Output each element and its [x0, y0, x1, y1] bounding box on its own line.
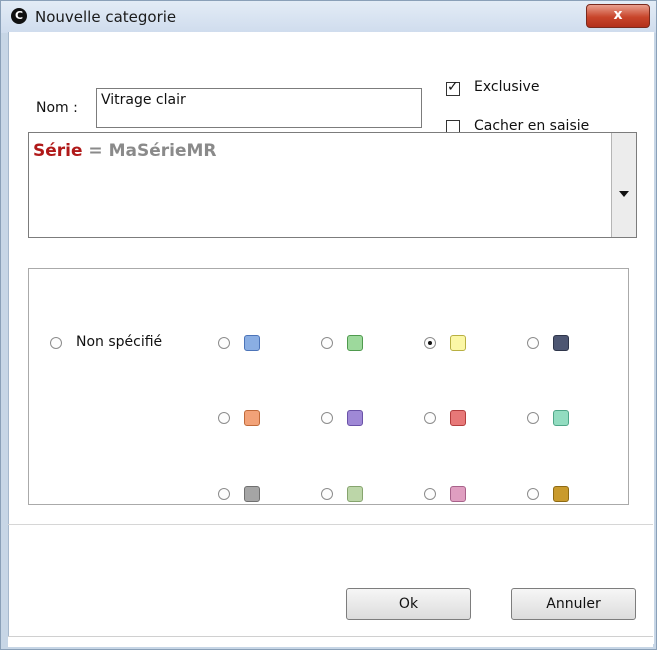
- swatch-green: [347, 335, 363, 351]
- swatch-teal: [553, 410, 569, 426]
- swatch-pink: [450, 486, 466, 502]
- radio-color-gray[interactable]: [218, 488, 230, 500]
- swatch-yellow: [450, 335, 466, 351]
- radio-non-specifie[interactable]: [50, 337, 62, 349]
- swatch-orange: [244, 410, 260, 426]
- formula-text: Série = MaSérieMR: [33, 141, 217, 161]
- formula-combobox[interactable]: Série = MaSérieMR: [28, 132, 637, 238]
- swatch-ochre: [553, 486, 569, 502]
- radio-color-blue[interactable]: [218, 337, 230, 349]
- footer-divider: [8, 524, 653, 525]
- formula-key: Série: [33, 141, 83, 161]
- radio-color-pink[interactable]: [424, 488, 436, 500]
- close-icon: x: [613, 7, 623, 23]
- radio-color-yellow[interactable]: [424, 337, 436, 349]
- swatch-gray: [244, 486, 260, 502]
- swatch-blue: [244, 335, 260, 351]
- color-group: [28, 268, 629, 505]
- nom-label: Nom :: [36, 100, 78, 116]
- swatch-purple: [347, 410, 363, 426]
- swatch-sage: [347, 486, 363, 502]
- swatch-red: [450, 410, 466, 426]
- ok-button[interactable]: Ok: [346, 588, 471, 620]
- app-icon: C: [11, 8, 27, 24]
- non-specifie-label: Non spécifié: [76, 334, 163, 350]
- radio-color-sage[interactable]: [321, 488, 333, 500]
- exclusive-label: Exclusive: [474, 79, 540, 95]
- radio-color-red[interactable]: [424, 412, 436, 424]
- dialog-bottom-edge: [8, 636, 653, 647]
- radio-color-green[interactable]: [321, 337, 333, 349]
- title-bar: C Nouvelle categorie x: [1, 1, 656, 33]
- dropdown-arrow-icon[interactable]: [611, 133, 636, 237]
- radio-color-orange[interactable]: [218, 412, 230, 424]
- radio-color-dark-slate[interactable]: [527, 337, 539, 349]
- swatch-dark-slate: [553, 335, 569, 351]
- exclusive-checkbox[interactable]: [446, 79, 460, 96]
- formula-operator: =: [82, 141, 109, 161]
- radio-color-teal[interactable]: [527, 412, 539, 424]
- window-title: Nouvelle categorie: [35, 8, 177, 26]
- radio-color-ochre[interactable]: [527, 488, 539, 500]
- formula-value: MaSérieMR: [108, 141, 217, 161]
- close-button[interactable]: x: [586, 4, 650, 28]
- radio-color-purple[interactable]: [321, 412, 333, 424]
- nom-input[interactable]: Vitrage clair: [96, 88, 422, 128]
- cancel-button[interactable]: Annuler: [511, 588, 636, 620]
